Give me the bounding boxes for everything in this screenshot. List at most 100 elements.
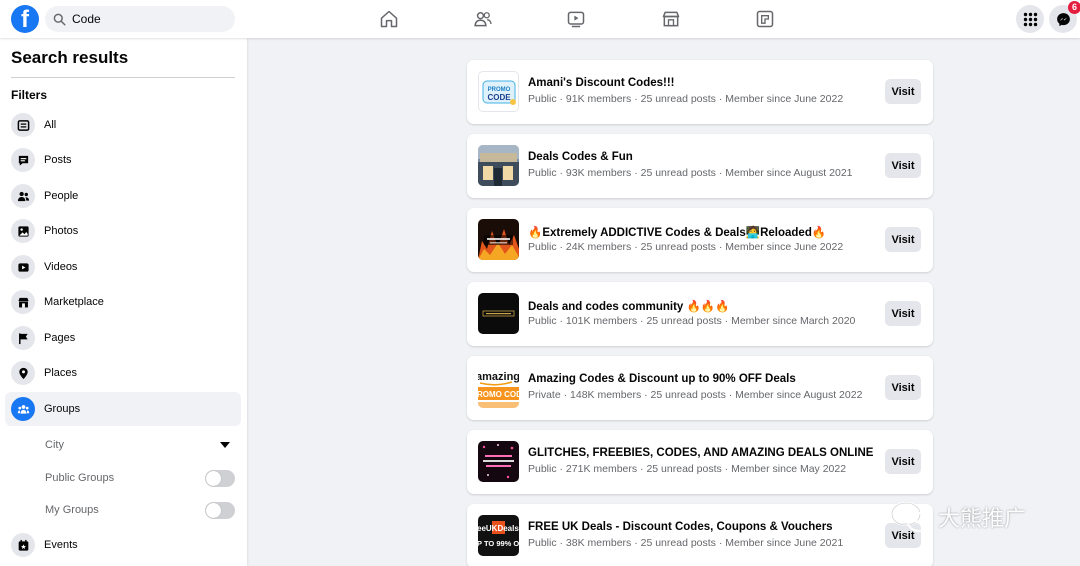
- gaming-icon[interactable]: [754, 8, 776, 30]
- public-groups-toggle[interactable]: [205, 469, 235, 487]
- watch-icon[interactable]: [565, 8, 587, 30]
- pages-icon: [11, 326, 35, 350]
- group-thumbnail: PROMO CODE: [478, 71, 519, 112]
- top-navigation-bar: f 6: [0, 0, 1080, 38]
- group-thumbnail: [478, 441, 519, 482]
- all-icon: [11, 113, 35, 137]
- filter-label: All: [44, 119, 57, 131]
- group-name[interactable]: Deals Codes & Fun: [528, 151, 633, 163]
- public-groups-row: Public Groups: [45, 468, 235, 488]
- notification-badge: 6: [1068, 1, 1080, 14]
- city-dropdown[interactable]: City: [45, 435, 235, 455]
- posts-icon: [11, 148, 35, 172]
- filter-label: Photos: [44, 225, 79, 237]
- visit-button[interactable]: Visit: [885, 375, 921, 400]
- marketplace-icon: [11, 290, 35, 314]
- group-name[interactable]: FREE UK Deals - Discount Codes, Coupons …: [528, 521, 833, 533]
- group-meta: Public · 271K members · 25 unread posts …: [528, 463, 847, 475]
- thumb-uk-deals-text: eeUKDeals: [478, 524, 519, 533]
- group-thumbnail: amazing ROMO COD: [478, 367, 519, 408]
- visit-button[interactable]: Visit: [885, 79, 921, 104]
- filter-label: Pages: [44, 332, 76, 344]
- filter-posts[interactable]: Posts: [5, 143, 241, 177]
- filter-all[interactable]: All: [5, 108, 241, 142]
- filter-label: Places: [44, 367, 78, 379]
- search-icon: [53, 13, 66, 26]
- group-result-card[interactable]: Deals Codes & Fun Public · 93K members ·…: [467, 134, 933, 198]
- filter-label: Events: [44, 539, 78, 551]
- group-name[interactable]: GLITCHES, FREEBIES, CODES, AND AMAZING D…: [528, 447, 873, 459]
- group-result-card[interactable]: amazing ROMO COD Amazing Codes & Discoun…: [467, 356, 933, 420]
- watermark-text: 大熊推广: [938, 507, 1027, 532]
- messenger-button[interactable]: 6: [1049, 1, 1080, 33]
- thumb-promo-code-text: ROMO COD: [478, 390, 519, 399]
- group-result-card[interactable]: 🔥Extremely ADDICTIVE Codes & Deals🧑‍💻Rel…: [467, 208, 933, 272]
- filter-label: Marketplace: [44, 296, 104, 308]
- my-groups-toggle[interactable]: [205, 501, 235, 519]
- filter-label: Posts: [44, 154, 72, 166]
- search-box[interactable]: [45, 6, 235, 32]
- watermark: 大熊推广: [890, 500, 1026, 534]
- group-thumbnail: eeUKDeals P TO 99% OF: [478, 515, 519, 556]
- filters-sidebar: Search results Filters All Posts People …: [0, 38, 247, 566]
- group-meta: Public · 101K members · 25 unread posts …: [528, 315, 856, 327]
- city-label: City: [45, 439, 64, 451]
- sidebar-divider: [11, 77, 235, 78]
- search-input[interactable]: [72, 12, 222, 26]
- chevron-down-icon: [220, 442, 230, 448]
- home-icon[interactable]: [378, 8, 400, 30]
- group-thumbnail: [478, 219, 519, 260]
- people-icon: [11, 184, 35, 208]
- filter-label: Videos: [44, 261, 78, 273]
- filter-label: Groups: [44, 403, 81, 415]
- groups-icon: [11, 397, 35, 421]
- thumb-code-text: CODE: [487, 93, 511, 102]
- sidebar-title: Search results: [11, 48, 129, 67]
- filter-pages[interactable]: Pages: [5, 321, 241, 355]
- group-meta: Public · 38K members · 25 unread posts ·…: [528, 537, 844, 549]
- group-name[interactable]: Amazing Codes & Discount up to 90% OFF D…: [528, 373, 796, 385]
- videos-icon: [11, 255, 35, 279]
- wechat-icon: [890, 501, 932, 533]
- menu-button[interactable]: [1016, 5, 1044, 33]
- group-meta: Public · 91K members · 25 unread posts ·…: [528, 93, 844, 105]
- filter-videos[interactable]: Videos: [5, 250, 241, 284]
- group-result-card[interactable]: eeUKDeals P TO 99% OF FREE UK Deals - Di…: [467, 504, 933, 566]
- filter-photos[interactable]: Photos: [5, 214, 241, 248]
- photos-icon: [11, 219, 35, 243]
- places-icon: [11, 361, 35, 385]
- thumb-uk-off-text: P TO 99% OF: [478, 539, 519, 548]
- visit-button[interactable]: Visit: [885, 153, 921, 178]
- visit-button[interactable]: Visit: [885, 227, 921, 252]
- filter-events[interactable]: Events: [5, 528, 241, 562]
- group-result-card[interactable]: GLITCHES, FREEBIES, CODES, AND AMAZING D…: [467, 430, 933, 494]
- group-meta: Public · 24K members · 25 unread posts ·…: [528, 241, 844, 253]
- group-result-card[interactable]: PROMO CODE Amani's Discount Codes!!! Pub…: [467, 60, 933, 124]
- thumb-amazing-text: amazing: [478, 371, 519, 383]
- filters-heading: Filters: [11, 88, 48, 102]
- filter-marketplace[interactable]: Marketplace: [5, 285, 241, 319]
- my-groups-label: My Groups: [45, 504, 99, 516]
- group-meta: Public · 93K members · 25 unread posts ·…: [528, 167, 853, 179]
- filter-people[interactable]: People: [5, 179, 241, 213]
- filter-label: People: [44, 190, 79, 202]
- visit-button[interactable]: Visit: [885, 301, 921, 326]
- group-thumbnail: [478, 145, 519, 186]
- marketplace-icon[interactable]: [660, 8, 682, 30]
- group-result-card[interactable]: Deals and codes community 🔥🔥🔥 Public · 1…: [467, 282, 933, 346]
- group-meta: Private · 148K members · 25 unread posts…: [528, 389, 863, 401]
- group-name[interactable]: Deals and codes community 🔥🔥🔥: [528, 299, 729, 313]
- events-icon: [11, 533, 35, 557]
- group-thumbnail: [478, 293, 519, 334]
- grid-menu-icon: [1023, 12, 1037, 26]
- filter-places[interactable]: Places: [5, 356, 241, 390]
- messenger-icon: [1056, 12, 1070, 26]
- friends-icon[interactable]: [472, 8, 494, 30]
- filter-groups[interactable]: Groups: [5, 392, 241, 426]
- group-name[interactable]: 🔥Extremely ADDICTIVE Codes & Deals🧑‍💻Rel…: [528, 225, 826, 239]
- facebook-logo[interactable]: f: [11, 5, 39, 33]
- group-name[interactable]: Amani's Discount Codes!!!: [528, 77, 675, 89]
- visit-button[interactable]: Visit: [885, 449, 921, 474]
- my-groups-row: My Groups: [45, 500, 235, 520]
- public-groups-label: Public Groups: [45, 472, 115, 484]
